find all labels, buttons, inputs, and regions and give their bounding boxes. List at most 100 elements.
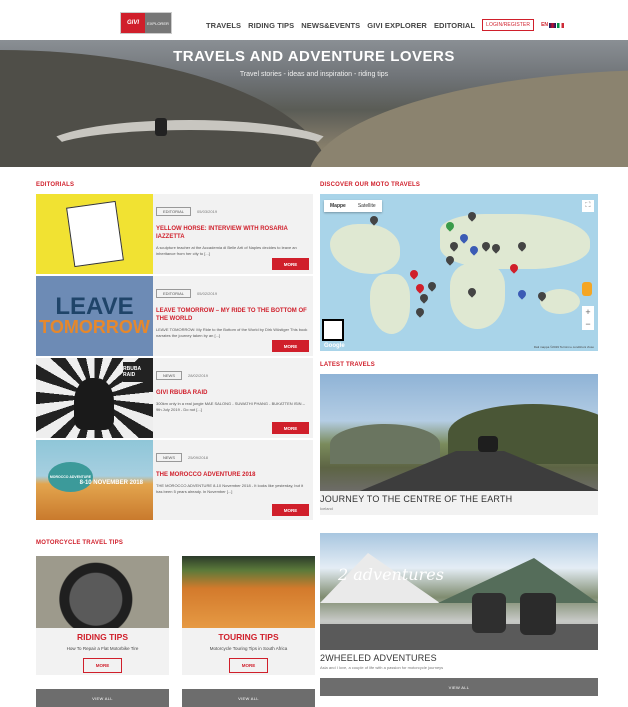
category-tag: NEWS: [156, 453, 182, 462]
nav-travels[interactable]: TRAVELS: [206, 21, 241, 30]
hero-banner: TRAVELS AND ADVENTURE LOVERS Travel stor…: [0, 40, 628, 167]
logo-givi: GIVI: [121, 13, 145, 33]
editorial-excerpt: LEAVE TOMORROW: My Ride to the Bottom of…: [156, 327, 308, 338]
more-button[interactable]: MORE: [272, 258, 309, 270]
view-all-tips-button[interactable]: VIEW ALL: [182, 689, 315, 707]
tip-category[interactable]: TOURING TIPS: [182, 632, 315, 642]
fullscreen-icon[interactable]: ⛶: [582, 200, 594, 212]
editorial-card[interactable]: RBUBA RAID NEWS 28/02/2019 GIVI RBUBA RAI…: [36, 358, 313, 438]
map-land: [450, 264, 505, 329]
zoom-in-button[interactable]: +: [582, 306, 594, 318]
editorial-card[interactable]: EDITORIAL 05/03/2019 YELLOW HORSE: INTERV…: [36, 194, 313, 274]
hero-hills: [308, 70, 628, 167]
editorials-heading: EDITORIALS: [36, 182, 75, 188]
tip-category[interactable]: RIDING TIPS: [36, 632, 169, 642]
post-date: 05/02/2019: [197, 291, 218, 296]
map-land: [540, 289, 580, 314]
travel-caption: 2WHEELED ADVENTURES Asia and I love, a c…: [320, 650, 598, 674]
uk-flag-icon[interactable]: [549, 22, 557, 28]
tip-card[interactable]: RIDING TIPS How To Repair a Flat Motorbi…: [36, 556, 169, 675]
photo-motorcycle: [472, 593, 506, 633]
zoom-controls: + −: [582, 306, 594, 330]
category-tag: NEWS: [156, 371, 182, 380]
expand-icon[interactable]: [322, 319, 344, 341]
map-pin[interactable]: [414, 306, 426, 318]
editorial-title[interactable]: LEAVE TOMORROW – MY RIDE TO THE BOTTOM O…: [156, 307, 309, 323]
editorial-excerpt: A sculpture teacher at the Accademia di …: [156, 245, 297, 256]
map-heading: DISCOVER OUR MOTO TRAVELS: [320, 182, 421, 188]
hero-rider: [155, 118, 167, 136]
tire-image[interactable]: [36, 556, 169, 628]
editorial-card[interactable]: MOROCCO ADVENTURE 8-10 NOVEMBER 2018 NEW…: [36, 440, 313, 520]
nav-riding-tips[interactable]: RIDING TIPS: [248, 21, 294, 30]
editorial-title[interactable]: GIVI RBUBA RAID: [156, 389, 309, 397]
touring-image[interactable]: [182, 556, 315, 628]
map-pin[interactable]: [516, 288, 528, 300]
travel-map[interactable]: Mappe Satellite ⛶ + − Google Dati mappa …: [320, 194, 598, 351]
nav-editorial[interactable]: EDITORIAL: [434, 21, 475, 30]
sketch-drawing: [66, 200, 124, 268]
map-pin[interactable]: [418, 292, 430, 304]
editorial-title[interactable]: THE MOROCCO ADVENTURE 2018: [156, 471, 309, 479]
givi-explorer-logo[interactable]: GIVI EXPLORER: [120, 12, 172, 34]
editorial-excerpt: THE MOROCCO ADVENTURE 8-10 November 2018…: [156, 483, 304, 494]
category-tag: EDITORIAL: [156, 207, 192, 216]
map-land: [330, 224, 400, 274]
editorial-image[interactable]: RBUBA RAID: [36, 358, 153, 438]
event-dates: 8-10 NOVEMBER 2018: [79, 480, 143, 486]
site-header: GIVI EXPLORER TRAVELS RIDING TIPS NEWS&E…: [0, 0, 628, 40]
photo-motorcycle: [478, 436, 498, 452]
tip-title[interactable]: How To Repair a Flat Motorbike Tire: [36, 646, 169, 651]
hero-title: TRAVELS AND ADVENTURE LOVERS: [173, 48, 455, 65]
map-tab-map[interactable]: Mappe: [324, 200, 352, 212]
tip-card[interactable]: TOURING TIPS Motorcycle Touring Tips in …: [182, 556, 315, 675]
map-attribution[interactable]: Dati mappa ©2019 Termini e condizioni d'…: [534, 345, 594, 349]
lang-label: EN: [541, 22, 549, 28]
post-date: 28/02/2019: [188, 373, 209, 378]
view-all-tips-button[interactable]: VIEW ALL: [36, 689, 169, 707]
map-pin[interactable]: [426, 280, 438, 292]
editorial-card[interactable]: LEAVE TOMORROW EDITORIAL 05/02/2019 LEAVE…: [36, 276, 313, 356]
editorials-list: EDITORIAL 05/03/2019 YELLOW HORSE: INTERV…: [36, 194, 313, 522]
travel-title[interactable]: JOURNEY TO THE CENTRE OF THE EARTH: [320, 494, 598, 504]
travel-photo[interactable]: [320, 374, 598, 491]
latest-travel-card[interactable]: JOURNEY TO THE CENTRE OF THE EARTH Icela…: [320, 374, 598, 515]
travel-title[interactable]: 2WHEELED ADVENTURES: [320, 653, 598, 663]
more-button[interactable]: MORE: [272, 422, 309, 434]
travel-subtitle: Iceland: [320, 506, 333, 511]
book-title-line2: TOMORROW: [39, 317, 150, 337]
tips-heading: MOTORCYCLE TRAVEL TIPS: [36, 540, 124, 546]
latest-travel-card[interactable]: 2 adventures 2WHEELED ADVENTURES Asia an…: [320, 533, 598, 696]
hero-subtitle: Travel stories - ideas and inspiration -…: [239, 71, 389, 78]
editorial-image[interactable]: LEAVE TOMORROW: [36, 276, 153, 356]
more-button[interactable]: MORE: [228, 658, 269, 673]
view-all-travels-button[interactable]: VIEW ALL: [320, 678, 598, 696]
language-switcher[interactable]: EN: [541, 22, 565, 28]
tip-title[interactable]: Motorcycle Touring Tips in South Africa: [182, 646, 315, 651]
editorial-excerpt: 300km only in a real jungle MAE SALONG -…: [156, 401, 305, 412]
main-nav: TRAVELS RIDING TIPS NEWS&EVENTS GIVI EXP…: [206, 19, 565, 31]
nav-news-events[interactable]: NEWS&EVENTS: [301, 21, 360, 30]
map-pin[interactable]: [408, 268, 420, 280]
more-button[interactable]: MORE: [272, 340, 309, 352]
more-button[interactable]: MORE: [272, 504, 309, 516]
book-title-line1: LEAVE: [55, 293, 134, 320]
editorial-image[interactable]: [36, 194, 153, 274]
adventures-logo: 2 adventures: [338, 565, 444, 584]
map-pin[interactable]: [414, 282, 426, 294]
editorial-title[interactable]: YELLOW HORSE: INTERVIEW WITH ROSARIA IAZ…: [156, 225, 309, 241]
travel-photo[interactable]: 2 adventures: [320, 533, 598, 650]
photo-mountain: [438, 558, 598, 603]
travel-subtitle: Asia and I love, a couple of life with a…: [320, 665, 444, 670]
street-view-pegman-icon[interactable]: [582, 282, 592, 296]
photo-wall: [320, 624, 598, 650]
it-flag-icon[interactable]: [557, 22, 565, 28]
nav-givi-explorer[interactable]: GIVI EXPLORER: [367, 21, 427, 30]
editorial-image[interactable]: MOROCCO ADVENTURE 8-10 NOVEMBER 2018: [36, 440, 153, 520]
more-button[interactable]: MORE: [82, 658, 123, 673]
map-tab-satellite[interactable]: Satellite: [352, 200, 382, 212]
logo-explorer: EXPLORER: [145, 13, 171, 33]
post-date: 25/09/2018: [188, 455, 209, 460]
login-register-button[interactable]: LOGIN/REGISTER: [482, 19, 535, 31]
zoom-out-button[interactable]: −: [582, 318, 594, 330]
